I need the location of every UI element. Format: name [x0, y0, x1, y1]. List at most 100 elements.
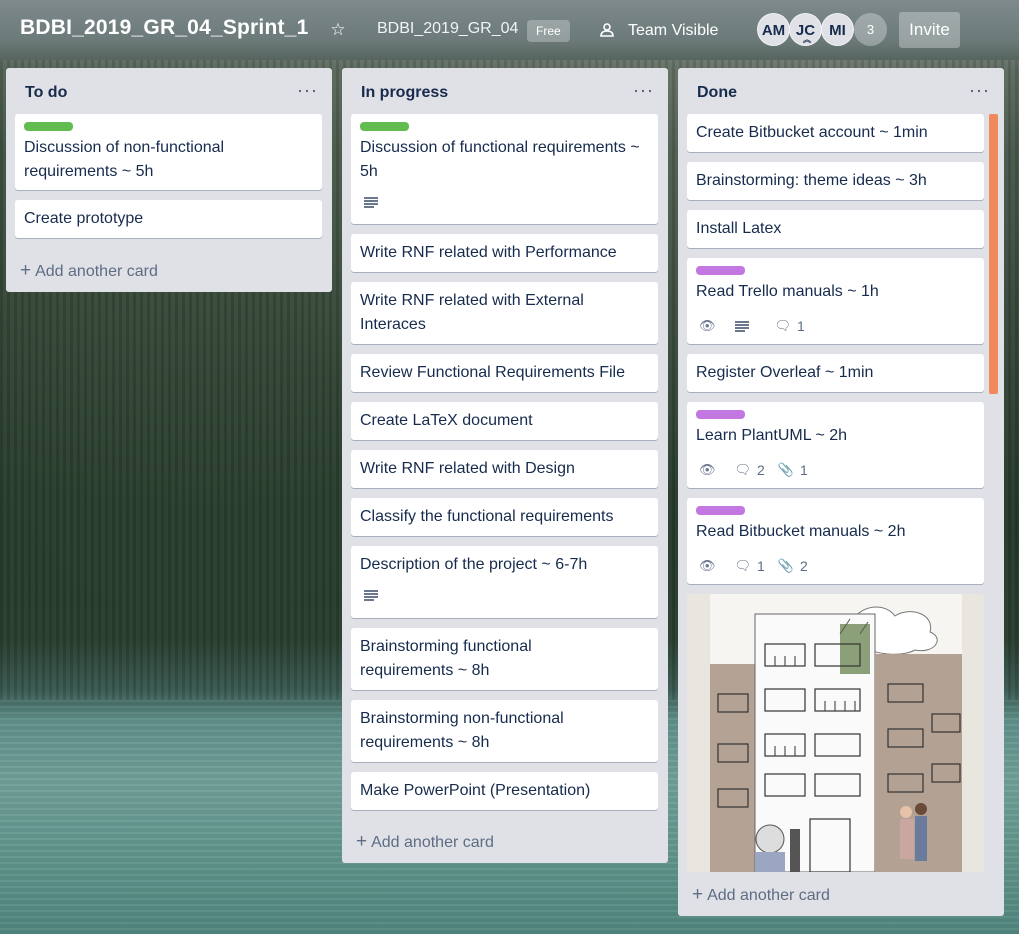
comment-icon: 🗨: [734, 558, 752, 573]
card-title: Read Trello manuals ~ 1h: [696, 283, 879, 300]
card-label-green[interactable]: [360, 122, 409, 131]
invite-button[interactable]: Invite: [899, 12, 960, 48]
eye-icon: 👁: [699, 318, 716, 333]
card-title: Brainstorming: theme ideas ~ 3h: [696, 172, 927, 189]
list-card[interactable]: Write RNF related with Design: [351, 450, 658, 488]
list-card[interactable]: Description of the project ~ 6-7h: [351, 546, 658, 618]
card-title: Classify the functional requirements: [360, 508, 614, 525]
list-in-progress: In progress ··· Discussion of functional…: [342, 68, 668, 863]
comment-icon: 🗨: [774, 318, 792, 333]
list-card[interactable]: Discussion of non-functional requirement…: [15, 114, 322, 190]
ellipsis-icon[interactable]: ···: [633, 80, 654, 101]
plus-icon: +: [356, 831, 368, 852]
team-name[interactable]: BDBI_2019_GR_04: [377, 20, 518, 38]
eye-icon: 👁: [699, 462, 716, 477]
list-card[interactable]: Brainstorming non-functional requirement…: [351, 700, 658, 762]
visibility-button[interactable]: Team Visible: [598, 20, 718, 42]
card-badges: 👁 🗨 1 📎 2: [699, 554, 821, 578]
add-card-label: Add another card: [35, 263, 158, 280]
star-icon[interactable]: ☆: [326, 18, 350, 42]
admin-chevron-icon: ︽: [803, 35, 811, 44]
list-header: In progress ···: [342, 68, 668, 114]
team-icon: [598, 22, 616, 41]
card-label-purple[interactable]: [696, 266, 745, 275]
card-title: Learn PlantUML ~ 2h: [696, 427, 848, 444]
list-card[interactable]: Read Trello manuals ~ 1h 👁 🗨 1: [687, 258, 984, 344]
add-card-button[interactable]: + Add another card: [20, 260, 158, 282]
list-title[interactable]: Done: [697, 84, 737, 102]
comment-count: 1: [797, 318, 805, 334]
add-card-label: Add another card: [371, 834, 494, 851]
attachment-badge: 📎 2: [778, 554, 808, 578]
avatar[interactable]: JC ︽: [789, 13, 822, 46]
description-icon: [734, 320, 749, 332]
card-label-green[interactable]: [24, 122, 73, 131]
board-header: BDBI_2019_GR_04_Sprint_1 ☆ BDBI_2019_GR_…: [0, 0, 1019, 62]
more-members-button[interactable]: 3: [854, 13, 887, 46]
list-todo: To do ··· Discussion of non-functional r…: [6, 68, 332, 292]
card-title: Brainstorming non-functional requirement…: [360, 710, 564, 751]
plan-badge: Free: [527, 20, 570, 42]
list-card[interactable]: Create LaTeX document: [351, 402, 658, 440]
card-title: Review Functional Requirements File: [360, 364, 625, 381]
list-card[interactable]: Make PowerPoint (Presentation): [351, 772, 658, 810]
add-card-label: Add another card: [707, 887, 830, 904]
description-icon: [364, 197, 378, 208]
add-card-button[interactable]: + Add another card: [692, 884, 830, 906]
paperclip-icon: 📎: [777, 462, 795, 477]
comment-count: 2: [757, 462, 765, 478]
card-title: Brainstorming functional requirements ~ …: [360, 638, 532, 679]
card-title: Write RNF related with External Interace…: [360, 292, 584, 333]
list-card[interactable]: Brainstorming functional requirements ~ …: [351, 628, 658, 690]
card-title: Write RNF related with Design: [360, 460, 575, 477]
list-card[interactable]: Discussion of functional requirements ~ …: [351, 114, 658, 224]
list-card[interactable]: Write RNF related with Performance: [351, 234, 658, 272]
avatar[interactable]: MI: [821, 13, 854, 46]
card-label-purple[interactable]: [696, 410, 745, 419]
list-card[interactable]: Register Overleaf ~ 1min: [687, 354, 984, 392]
list-title[interactable]: To do: [25, 84, 67, 102]
list-card[interactable]: Create Bitbucket account ~ 1min: [687, 114, 984, 152]
comment-badge: 🗨 1: [775, 314, 805, 338]
ellipsis-icon[interactable]: ···: [297, 80, 318, 101]
card-label-purple[interactable]: [696, 506, 745, 515]
attachment-count: 1: [800, 462, 808, 478]
list-card[interactable]: Write RNF related with External Interace…: [351, 282, 658, 344]
card-title: Make PowerPoint (Presentation): [360, 782, 591, 799]
card-title: Create Bitbucket account ~ 1min: [696, 124, 928, 141]
card-title: Discussion of functional requirements ~ …: [360, 139, 640, 180]
list-header: To do ···: [6, 68, 332, 114]
comment-badge: 🗨 2: [735, 458, 765, 482]
list-card[interactable]: Read Bitbucket manuals ~ 2h 👁 🗨 1 📎 2: [687, 498, 984, 584]
list-card[interactable]: Install Latex: [687, 210, 984, 248]
list-title[interactable]: In progress: [361, 84, 448, 102]
card-title: Register Overleaf ~ 1min: [696, 364, 874, 381]
card-title: Description of the project ~ 6-7h: [360, 556, 588, 573]
avatar[interactable]: AM: [757, 13, 790, 46]
add-card-button[interactable]: + Add another card: [356, 831, 494, 853]
list-card[interactable]: Learn PlantUML ~ 2h 👁 🗨 2 📎 1: [687, 402, 984, 488]
card-badges: 👁 🗨 1: [699, 314, 818, 338]
list-scrollbar[interactable]: [989, 114, 998, 394]
card-title: Write RNF related with Performance: [360, 244, 617, 261]
eye-icon: 👁: [699, 558, 716, 573]
card-title: Create prototype: [24, 210, 144, 227]
board-title[interactable]: BDBI_2019_GR_04_Sprint_1: [20, 16, 308, 40]
plus-icon: +: [20, 260, 32, 281]
comment-badge: 🗨 1: [735, 554, 765, 578]
paperclip-icon: 📎: [777, 558, 795, 573]
card-title: Read Bitbucket manuals ~ 2h: [696, 523, 906, 540]
plus-icon: +: [692, 884, 704, 905]
board-members: AM JC ︽ MI 3: [757, 13, 887, 46]
attachment-badge: 📎 1: [778, 458, 808, 482]
list-card-cover[interactable]: [687, 594, 984, 872]
comment-icon: 🗨: [734, 462, 752, 477]
card-title: Discussion of non-functional requirement…: [24, 139, 225, 180]
list-card[interactable]: Review Functional Requirements File: [351, 354, 658, 392]
list-card[interactable]: Classify the functional requirements: [351, 498, 658, 536]
card-title: Install Latex: [696, 220, 782, 237]
list-card[interactable]: Create prototype: [15, 200, 322, 238]
card-title: Create LaTeX document: [360, 412, 533, 429]
list-card[interactable]: Brainstorming: theme ideas ~ 3h: [687, 162, 984, 200]
ellipsis-icon[interactable]: ···: [969, 80, 990, 101]
